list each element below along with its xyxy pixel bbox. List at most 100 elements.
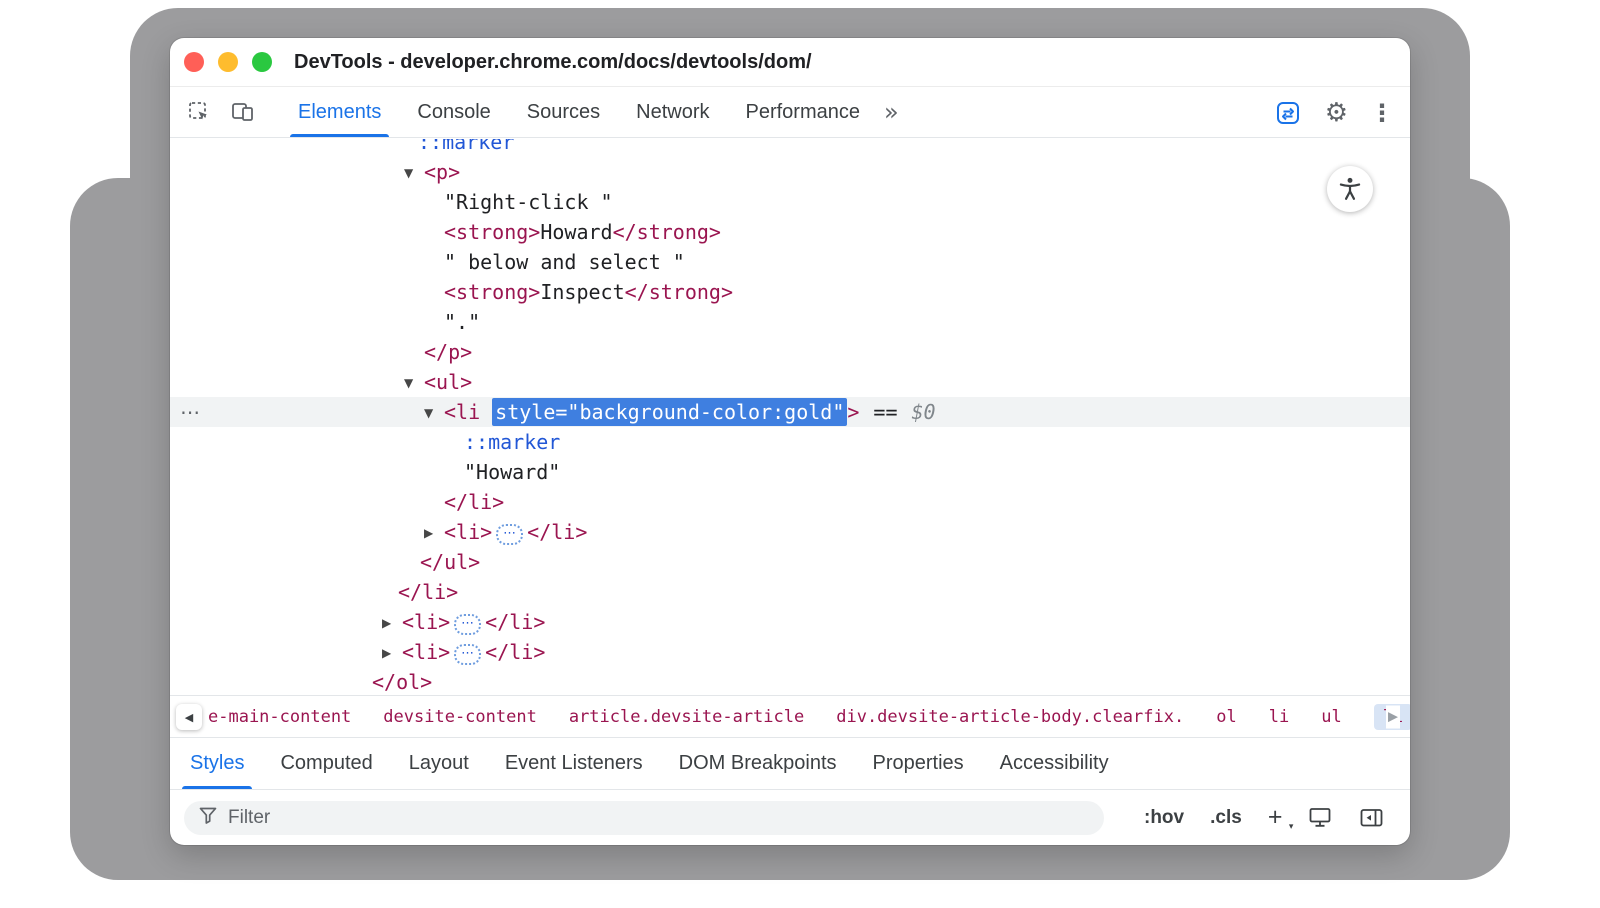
dom-token-tag: <strong> [444,220,540,244]
breadcrumb-item[interactable]: article.devsite-article [569,707,804,727]
dom-node-line[interactable]: </p> [170,337,1410,367]
filter-input-container[interactable] [184,801,1104,835]
collapsed-content-button[interactable]: ⋯ [454,614,481,635]
breadcrumb-scroll-left-button[interactable]: ◀ [176,704,202,730]
dom-token-var: $0 [912,400,936,424]
breadcrumb-list: e-main-content devsite-content article.dev… [170,704,1410,730]
dom-token-tag: <strong> [444,280,540,304]
styles-tab-styles[interactable]: Styles [172,738,262,789]
dom-node-line[interactable]: " below and select " [170,247,1410,277]
dom-node-line[interactable]: "Howard" [170,457,1410,487]
dom-node-line[interactable]: <strong>Inspect</strong> [170,277,1410,307]
inspect-element-glyph [187,100,211,124]
dom-token-tag: <li> [402,640,450,664]
plus-icon: + [1268,803,1283,832]
dom-node-line[interactable]: ▶<li>⋯</li> [170,517,1410,547]
expand-closed-arrow-icon[interactable]: ▶ [382,638,402,668]
dom-node-line[interactable]: ▶<li>⋯</li> [170,607,1410,637]
expand-open-arrow-icon[interactable]: ▼ [404,368,424,398]
accessibility-fab[interactable] [1327,166,1373,212]
panel-tab-elements[interactable]: Elements [280,87,399,137]
dom-token-tag: <ul> [424,370,472,394]
dom-node-line[interactable]: ::marker [170,139,1410,157]
panel-tab-network[interactable]: Network [618,87,727,137]
dom-node-line[interactable]: ::marker [170,427,1410,457]
styles-tab-strip: StylesComputedLayoutEvent ListenersDOM B… [170,737,1410,790]
devtools-window: DevTools - developer.chrome.com/docs/dev… [170,38,1410,845]
close-window-button[interactable] [184,52,204,72]
dom-token-tag: <li [444,400,480,424]
toggle-element-state-button[interactable]: :hov [1144,807,1184,829]
element-classes-button[interactable]: .cls [1210,807,1242,829]
panel-tab-console[interactable]: Console [399,87,508,137]
styles-tab-computed[interactable]: Computed [262,738,390,789]
devtools-toolbar: ElementsConsoleSourcesNetworkPerformance… [170,86,1410,138]
expand-closed-arrow-icon[interactable]: ▶ [382,608,402,638]
styles-toolbar-controls: :hov .cls + ▾ [1144,803,1384,832]
dom-node-line[interactable]: </li> [170,577,1410,607]
dom-node-line[interactable]: </ol> [170,667,1410,695]
breadcrumb-item[interactable]: li [1269,707,1289,727]
dom-token-tag: </li> [485,640,545,664]
new-style-rule-button[interactable]: + ▾ [1268,803,1283,832]
breadcrumb-scroll-right-button[interactable]: ▶ [1386,705,1400,728]
dom-token-text: Inspect [540,280,624,304]
dom-token-tag: <li> [444,520,492,544]
settings-gear-icon[interactable]: ⚙ [1325,100,1348,126]
dom-token-tag: > [847,400,859,424]
styles-tab-properties[interactable]: Properties [855,738,982,789]
inspect-element-icon[interactable] [184,97,214,127]
toolbar-right-icons: ⚙ ⋮ [1273,87,1394,139]
panel-tab-sources[interactable]: Sources [509,87,618,137]
dom-node-line[interactable]: "." [170,307,1410,337]
breadcrumb-item[interactable]: e-main-content [208,707,351,727]
dom-token-pseudo: ::marker [464,430,560,454]
styles-tab-accessibility[interactable]: Accessibility [982,738,1127,789]
dom-node-line[interactable]: ▼<p> [170,157,1410,187]
dom-token-tag: </li> [485,610,545,634]
breadcrumb-item[interactable]: ol [1216,707,1236,727]
dom-token-pseudo: ::marker [418,139,514,154]
node-overflow-dots-icon[interactable]: ⋯ [180,397,200,427]
breadcrumb-item[interactable]: div.devsite-article-body.clearfix. [836,707,1184,727]
styles-tab-dom-breakpoints[interactable]: DOM Breakpoints [661,738,855,789]
dom-node-line[interactable]: ▼<ul> [170,367,1410,397]
dom-token-tag: </li> [444,490,504,514]
more-tabs-chevron[interactable]: » [884,98,899,126]
breadcrumb-item[interactable]: ul [1321,707,1341,727]
styles-tab-event-listeners[interactable]: Event Listeners [487,738,661,789]
breadcrumb-item[interactable]: devsite-content [383,707,537,727]
dom-token-text: Howard [540,220,612,244]
dom-node-line[interactable]: </ul> [170,547,1410,577]
dom-node-line[interactable]: ▶<li>⋯</li> [170,637,1410,667]
chevron-right-icon: ▶ [1388,709,1398,724]
zoom-window-button[interactable] [252,52,272,72]
expand-open-arrow-icon[interactable]: ▼ [404,158,424,188]
dom-node-line[interactable]: <strong>Howard</strong> [170,217,1410,247]
dom-node-line[interactable]: </li> [170,487,1410,517]
collapsed-content-button[interactable]: ⋯ [454,644,481,665]
styles-filter-input[interactable] [228,807,1090,829]
styles-tab-layout[interactable]: Layout [391,738,487,789]
accessibility-person-icon [1336,175,1364,203]
dom-token-tag: </ol> [372,670,432,694]
collapsed-content-button[interactable]: ⋯ [496,524,523,545]
toggle-computed-sidebar-icon[interactable] [1359,807,1384,829]
expand-open-arrow-icon[interactable]: ▼ [424,398,444,428]
minimize-window-button[interactable] [218,52,238,72]
expand-closed-arrow-icon[interactable]: ▶ [424,518,444,548]
dom-node-line[interactable]: ⋯▼<li style="background-color:gold">==$0 [170,397,1410,427]
dom-node-line[interactable]: "Right-click " [170,187,1410,217]
dom-token-text: "." [444,310,480,334]
rendering-emulations-icon[interactable] [1308,806,1333,829]
panel-tab-strip: ElementsConsoleSourcesNetworkPerformance [280,87,878,137]
device-toolbar-icon[interactable] [228,97,258,127]
panel-tab-performance[interactable]: Performance [728,87,879,137]
more-options-icon[interactable]: ⋮ [1370,101,1394,125]
sync-icon[interactable] [1273,98,1303,128]
dom-token-tag: </li> [398,580,458,604]
screenshot-stage: DevTools - developer.chrome.com/docs/dev… [0,0,1600,908]
chevron-left-icon: ◀ [185,711,193,724]
dom-token-tag: </li> [527,520,587,544]
dom-token-hl: style="background-color:gold" [492,398,847,426]
